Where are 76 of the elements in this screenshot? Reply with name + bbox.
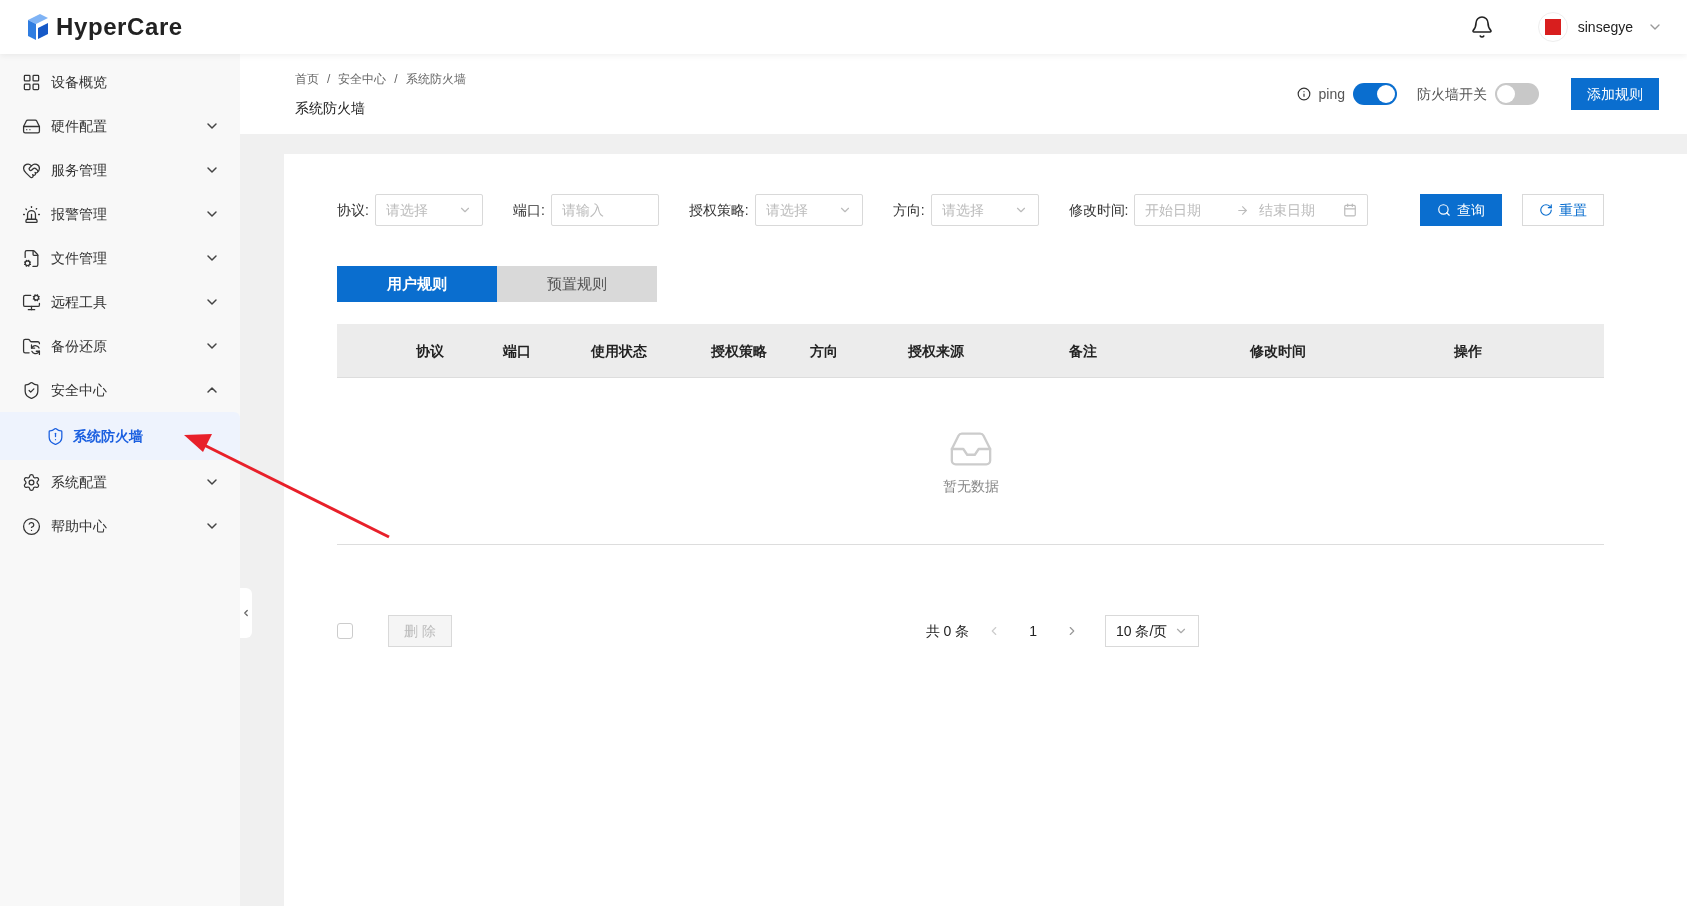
tab[interactable]: 用户规则 xyxy=(337,266,497,302)
sidebar-item-label: 安全中心 xyxy=(51,380,108,400)
sidebar-item[interactable]: 备份还原 xyxy=(0,324,240,368)
column-header: 备注 xyxy=(1069,342,1097,359)
column-header: 协议 xyxy=(416,342,444,359)
sidebar-item-label: 备份还原 xyxy=(51,336,108,356)
sidebar-item-label: 系统配置 xyxy=(51,472,108,492)
sidebar-item-label: 硬件配置 xyxy=(51,116,108,136)
sidebar-item-label: 远程工具 xyxy=(51,292,108,312)
search-icon xyxy=(1437,203,1451,217)
filter-label: 修改时间: xyxy=(1068,200,1129,220)
collapse-icon xyxy=(241,608,251,618)
column-header: 修改时间 xyxy=(1250,342,1306,359)
filter-label: 端口: xyxy=(512,200,545,220)
filter-label: 协议: xyxy=(337,200,369,220)
total-count: 共 0 条 xyxy=(925,621,970,641)
sidebar-item-label: 报警管理 xyxy=(51,204,108,224)
collapse-handle[interactable] xyxy=(240,588,252,638)
grid-icon xyxy=(22,72,41,92)
sidebar-item[interactable]: 安全中心 xyxy=(0,368,240,412)
toggle-label: 防火墙开关 xyxy=(1417,84,1487,104)
toggle-label: ping xyxy=(1318,84,1345,104)
heart-hand-icon xyxy=(22,160,41,180)
breadcrumb-link[interactable]: 首页 xyxy=(295,69,319,88)
shield-check-icon xyxy=(22,380,41,400)
sidebar-subitem[interactable]: 系统防火墙 xyxy=(0,412,240,460)
sidebar-item[interactable]: 文件管理 xyxy=(0,236,240,280)
tab[interactable]: 预置规则 xyxy=(497,266,657,302)
sidebar-item[interactable]: 服务管理 xyxy=(0,148,240,192)
query-button[interactable]: 查询 xyxy=(1420,194,1502,226)
sidebar-item-label: 服务管理 xyxy=(51,160,108,180)
column-header: 方向 xyxy=(810,342,838,359)
breadcrumb-separator: / xyxy=(394,70,398,88)
column-header: 授权来源 xyxy=(908,342,964,359)
user-avatar[interactable] xyxy=(1537,12,1568,42)
add-rule-button[interactable]: 添加规则 xyxy=(1571,78,1659,110)
calendar-icon xyxy=(1343,203,1358,217)
column-header: 使用状态 xyxy=(591,342,647,359)
column-header: 端口 xyxy=(503,342,531,359)
sidebar-subitem-label: 系统防火墙 xyxy=(73,426,143,446)
logo-text: HyperCare xyxy=(56,12,183,42)
folder-sync-icon xyxy=(22,336,41,356)
toggle-switch[interactable] xyxy=(1495,83,1539,105)
breadcrumb-link[interactable]: 安全中心 xyxy=(338,69,387,88)
sidebar-item[interactable]: 系统配置 xyxy=(0,460,240,504)
toggle-switch[interactable] xyxy=(1353,83,1397,105)
input-field[interactable]: 请输入 xyxy=(550,194,659,226)
sidebar-item[interactable]: 设备概览 xyxy=(0,60,240,104)
page-size-select[interactable]: 10 条/页 xyxy=(1105,615,1199,647)
siren-icon xyxy=(22,204,41,224)
arrow-right-icon xyxy=(1235,203,1249,217)
settings-icon xyxy=(22,472,41,492)
sidebar-item-label: 设备概览 xyxy=(51,72,108,92)
reset-button[interactable]: 重置 xyxy=(1522,194,1604,226)
page-number[interactable]: 1 xyxy=(1029,620,1037,642)
empty-text: 暂无数据 xyxy=(942,476,999,496)
sidebar-item[interactable]: 硬件配置 xyxy=(0,104,240,148)
column-header: 操作 xyxy=(1454,342,1482,359)
sidebar-item-label: 文件管理 xyxy=(51,248,108,268)
refresh-icon xyxy=(1539,203,1553,217)
filter-label: 方向: xyxy=(892,200,925,220)
help-icon xyxy=(22,516,41,536)
filter-label: 授权策略: xyxy=(688,200,749,220)
sidebar-item[interactable]: 报警管理 xyxy=(0,192,240,236)
user-name[interactable]: sinsegye xyxy=(1577,16,1633,38)
select-all-checkbox[interactable] xyxy=(337,623,353,639)
breadcrumb-separator: / xyxy=(327,70,331,88)
monitor-gear-icon xyxy=(22,292,41,312)
file-gear-icon xyxy=(22,248,41,268)
column-header: 授权策略 xyxy=(711,342,767,359)
notification-bell-icon[interactable] xyxy=(1469,15,1494,39)
sidebar-item[interactable]: 帮助中心 xyxy=(0,504,240,548)
sidebar-item-label: 帮助中心 xyxy=(51,516,108,536)
page-title: 系统防火墙 xyxy=(295,98,366,118)
sidebar-item[interactable]: 远程工具 xyxy=(0,280,240,324)
breadcrumb-link[interactable]: 系统防火墙 xyxy=(405,69,466,88)
